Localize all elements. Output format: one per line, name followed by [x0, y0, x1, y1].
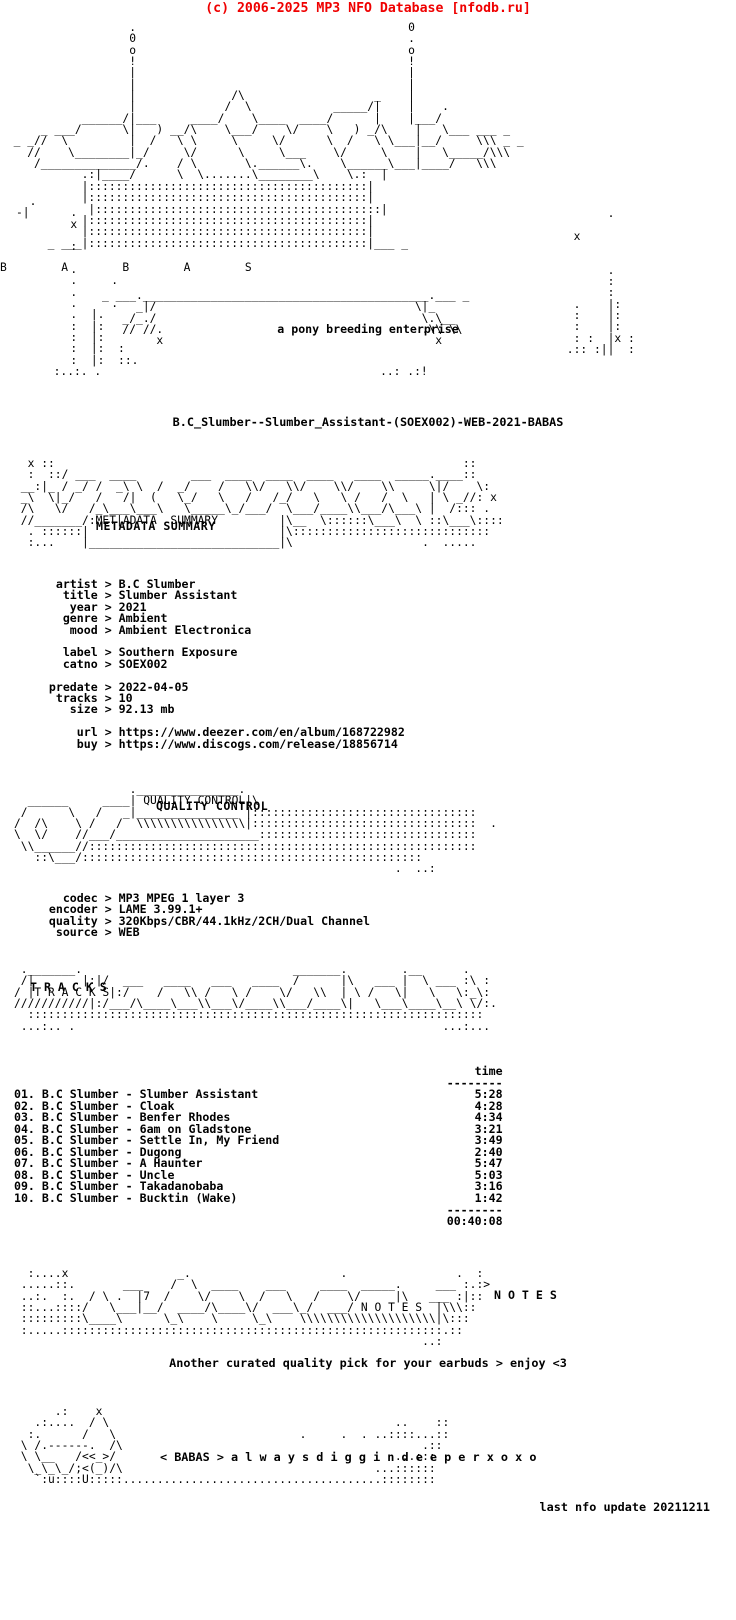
- metadata-body: artist > B.C Slumber title > Slumber Ass…: [48, 577, 405, 751]
- footer-slogan: a l w a y s d i g g i n d e e p e r x o …: [231, 1450, 537, 1464]
- logo-tagline: a pony breeding enterprise: [0, 322, 736, 336]
- last-nfo-update: last nfo update 20211211: [539, 1500, 710, 1514]
- tracklist: time -------- 01. B.C Slumber - Slumber …: [0, 1064, 736, 1229]
- footer-slogan-line: < BABAS > a l w a y s d i g g i n d e e …: [160, 1450, 536, 1464]
- nfodb-copyright-header: (c) 2006-2025 MP3 NFO Database [nfodb.ru…: [205, 1, 531, 16]
- tracklist-body: time -------- 01. B.C Slumber - Slumber …: [13, 1064, 503, 1229]
- footer-group-sig: < BABAS >: [160, 1450, 224, 1464]
- notes-text-line: Another curated quality pick for your ea…: [0, 1356, 736, 1370]
- notes-section-label: N O T E S: [494, 1288, 557, 1302]
- notes-banner-art: :....x _. . . : .....::. ___ / \ ____ __…: [20, 1267, 491, 1349]
- logo-divider-rule: _ ___.__________________________________…: [102, 289, 470, 348]
- notes-section-label-box: N O T E S: [494, 1288, 557, 1302]
- nfo-page: (c) 2006-2025 MP3 NFO Database [nfodb.ru…: [0, 0, 736, 1620]
- tracks-section-label-box: T R A C K S: [30, 980, 107, 994]
- metadata-banner-art: x :: :: : ::/ ___ ____ ___ ____ ____ ___…: [20, 457, 504, 550]
- release-title-line: B.C_Slumber--Slumber_Assistant-(SOEX002)…: [0, 415, 736, 429]
- quality-section-label: QUALITY CONTROL: [156, 799, 269, 813]
- tracks-banner-art: ._______. _______. .__ . /| |:|/ ___ ___…: [14, 963, 497, 1033]
- tracks-section-label: T R A C K S: [30, 980, 107, 994]
- last-update-line: last nfo update 20211211: [0, 1496, 710, 1515]
- band-letters: B A B A S: [0, 261, 252, 274]
- release-dirname: B.C_Slumber--Slumber_Assistant-(SOEX002)…: [172, 415, 564, 429]
- quality-banner-art: ._______________. ______ ____| QUALITY C…: [14, 783, 497, 876]
- tagline-text: a pony breeding enterprise: [277, 322, 459, 336]
- metadata-section-label-box: METADATA SUMMARY: [96, 519, 296, 533]
- quality-section-label-box: QUALITY CONTROL: [156, 799, 268, 813]
- quality-body: codec > MP3 MPEG 1 layer 3 encoder > LAM…: [48, 891, 370, 940]
- logo-bottom-dots: :..:. . ..: .:!: [40, 365, 428, 378]
- metadata-section-label: METADATA SUMMARY: [96, 519, 216, 533]
- notes-text: Another curated quality pick for your ea…: [169, 1356, 567, 1370]
- quality-list: codec > MP3 MPEG 1 layer 3 encoder > LAM…: [0, 891, 736, 940]
- metadata-list: artist > B.C Slumber title > Slumber Ass…: [0, 577, 736, 751]
- footer-signature-art: .: x .:.... / \ .. :: :. / \ . . . ..:::…: [20, 1405, 450, 1487]
